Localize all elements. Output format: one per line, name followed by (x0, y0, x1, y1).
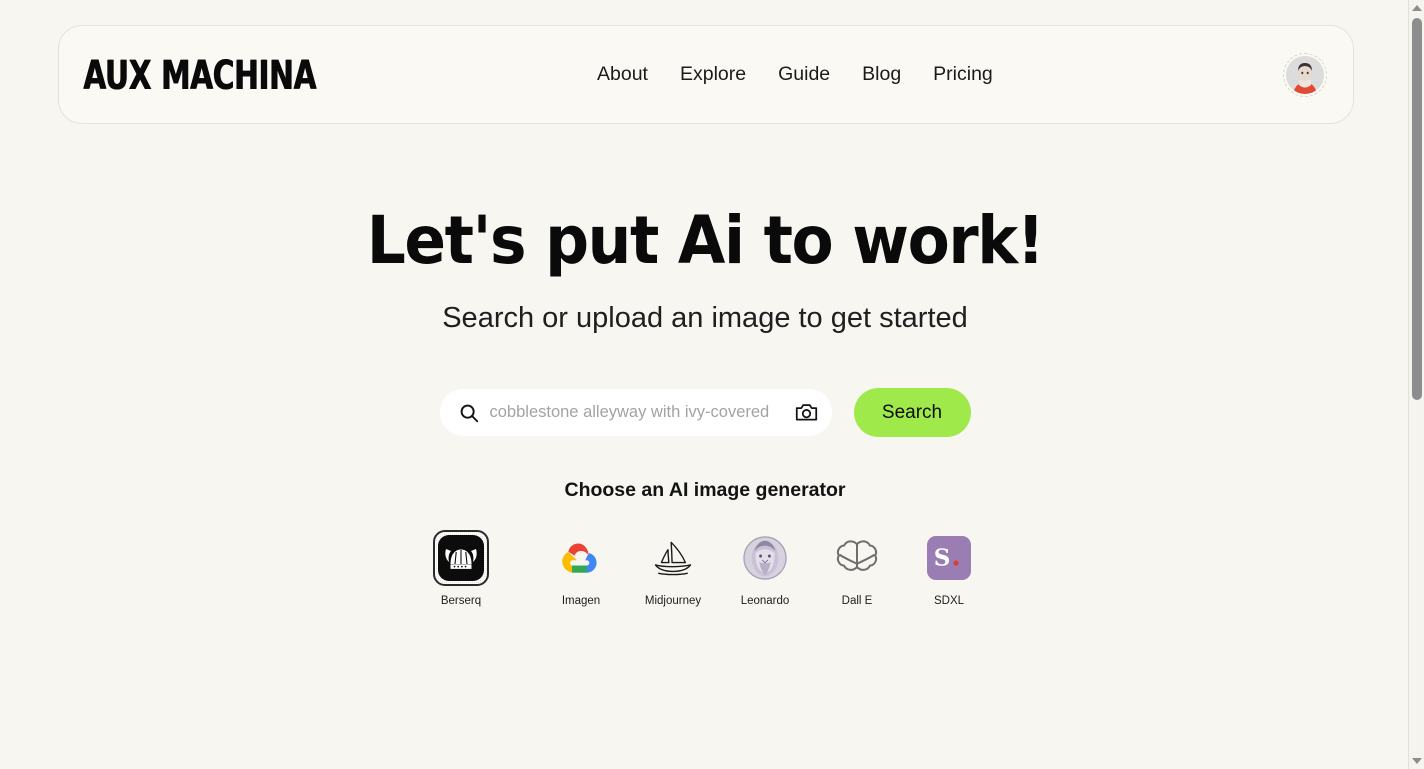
account-avatar-button[interactable] (1283, 52, 1327, 97)
nav-item-explore[interactable]: Explore (677, 61, 749, 89)
generator-icon-box-leonardo (737, 530, 793, 586)
generator-item-midjourney[interactable]: Midjourney (641, 530, 705, 608)
search-input[interactable] (489, 403, 785, 422)
generators-heading: Choose an AI image generator (564, 479, 846, 501)
avatar-image-icon (1286, 55, 1324, 94)
generator-item-imagen[interactable]: Imagen (549, 530, 613, 608)
page-title: Let's put Ai to work! (366, 202, 1045, 279)
openai-knot-icon (836, 540, 878, 571)
generator-item-sdxl[interactable]: S SDXL (917, 530, 981, 608)
camera-icon[interactable] (795, 402, 818, 423)
generator-icon-box-midjourney (645, 530, 701, 586)
viking-helmet-icon (438, 535, 484, 581)
stability-s-icon: S (927, 536, 971, 580)
generator-icon-box-dalle (829, 530, 885, 586)
main-navigation: About Explore Guide Blog Pricing (594, 61, 996, 89)
generator-list: Berserq Imagen Midjourney Leonardo Dall … (0, 530, 1410, 608)
nav-item-blog[interactable]: Blog (859, 61, 904, 89)
search-section: Search (0, 388, 1410, 437)
scrollbar-thumb[interactable] (1412, 18, 1422, 400)
google-cloud-icon (562, 543, 597, 573)
sailboat-icon (654, 541, 692, 576)
generator-icon-box-berserq (433, 530, 489, 586)
generator-label-leonardo: Leonardo (740, 595, 790, 607)
generator-item-dalle[interactable]: Dall E (825, 530, 889, 608)
vertical-scrollbar[interactable] (1408, 0, 1424, 769)
page-root: AUX MACHINA About Explore Guide Blog Pri… (0, 0, 1424, 769)
generator-label-dalle: Dall E (841, 595, 873, 607)
generator-label-berserq: Berserq (440, 595, 482, 607)
nav-item-about[interactable]: About (594, 61, 651, 89)
generator-icon-box-sdxl: S (921, 530, 977, 586)
scroll-up-arrow-icon[interactable] (1409, 0, 1424, 16)
site-header: AUX MACHINA About Explore Guide Blog Pri… (58, 25, 1354, 124)
generator-label-sdxl: SDXL (933, 595, 965, 607)
scroll-down-arrow-icon[interactable] (1409, 753, 1424, 769)
svg-text:S: S (934, 545, 951, 572)
davinci-portrait-icon (743, 536, 787, 580)
avatar (1286, 55, 1324, 94)
generator-icon-box-imagen (553, 530, 609, 586)
generator-label-imagen: Imagen (561, 595, 601, 607)
search-bar (439, 389, 832, 436)
generator-item-berserq[interactable]: Berserq (429, 530, 493, 608)
search-button[interactable]: Search (853, 388, 971, 437)
generator-item-leonardo[interactable]: Leonardo (733, 530, 797, 608)
brand-logo[interactable]: AUX MACHINA (83, 54, 316, 94)
page-subtitle: Search or upload an image to get started (442, 302, 968, 334)
nav-item-guide[interactable]: Guide (775, 61, 833, 89)
nav-item-pricing[interactable]: Pricing (930, 61, 996, 89)
search-icon[interactable] (458, 402, 480, 424)
generator-label-midjourney: Midjourney (644, 595, 702, 607)
